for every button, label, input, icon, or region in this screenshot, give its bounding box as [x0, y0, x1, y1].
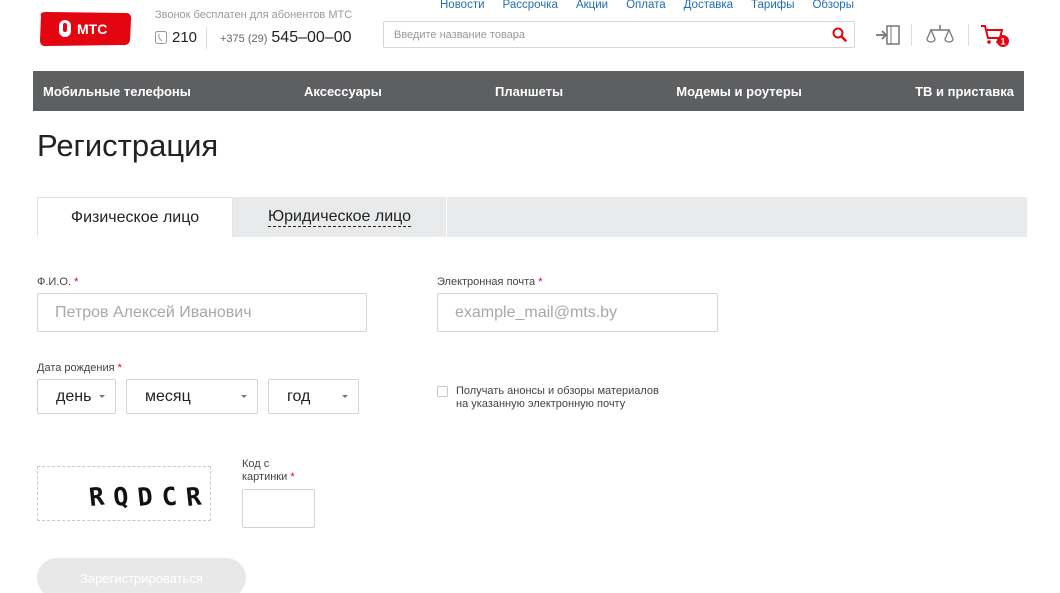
tab-legal-entity[interactable]: Юридическое лицо — [233, 197, 447, 237]
divider — [968, 24, 969, 46]
category-mobile-phones[interactable]: Мобильные телефоны — [43, 84, 191, 99]
fio-label-text: Ф.И.О. — [37, 276, 71, 288]
email-label: Электронная почта * — [437, 276, 543, 288]
compare-icon[interactable] — [925, 22, 955, 48]
year-select[interactable]: год — [268, 379, 359, 414]
phone-number[interactable]: +375 (29) 545–00–00 — [220, 29, 352, 47]
cart-count: 1 — [1000, 37, 1005, 47]
required-mark: * — [290, 471, 295, 483]
registration-tabs: Физическое лицо Юридическое лицо — [37, 197, 1027, 237]
email-label-text: Электронная почта — [437, 276, 536, 288]
divider — [911, 24, 912, 46]
divider — [206, 27, 207, 49]
category-accessories[interactable]: Аксессуары — [304, 84, 382, 99]
top-nav: Новости Рассрочка Акции Оплата Доставка … — [440, 0, 872, 11]
captcha-label-line1: Код с — [242, 458, 270, 470]
logo-text: МТС — [77, 21, 107, 37]
chevron-down-icon — [99, 395, 105, 398]
mts-logo[interactable]: МТС — [37, 10, 133, 48]
captcha-input[interactable] — [242, 489, 315, 528]
phone-icon — [155, 31, 167, 44]
top-nav-tariffs[interactable]: Тарифы — [751, 0, 794, 11]
top-nav-payment[interactable]: Оплата — [626, 0, 666, 11]
hotline-text: Звонок бесплатен для абонентов МТС — [155, 9, 353, 21]
chevron-down-icon — [241, 395, 247, 398]
short-number-value: 210 — [172, 29, 198, 46]
captcha-label-line2: картинки — [242, 471, 288, 483]
day-select-value: день — [56, 387, 92, 405]
category-tv[interactable]: ТВ и приставка — [915, 84, 1014, 99]
top-nav-reviews[interactable]: Обзоры — [812, 0, 853, 11]
year-select-value: год — [287, 387, 311, 405]
short-number[interactable]: 210 — [155, 29, 197, 46]
captcha-image: RQDCR — [37, 466, 211, 521]
month-select[interactable]: месяц — [126, 379, 258, 414]
category-tablets[interactable]: Планшеты — [495, 84, 563, 99]
captcha-text: RQDCR — [88, 481, 204, 512]
page-title: Регистрация — [37, 128, 219, 163]
subscribe-label-line2: на указанную электронную почту — [456, 398, 626, 410]
search-input[interactable] — [384, 22, 824, 47]
tab-individual[interactable]: Физическое лицо — [37, 197, 233, 237]
subscribe-label-line1: Получать анонсы и обзоры материалов — [456, 385, 659, 397]
email-input[interactable] — [437, 293, 718, 332]
required-mark: * — [538, 276, 543, 288]
chevron-down-icon — [342, 395, 348, 398]
tab-legal-entity-label: Юридическое лицо — [267, 207, 412, 227]
top-nav-installment[interactable]: Рассрочка — [503, 0, 558, 11]
category-modems-routers[interactable]: Модемы и роутеры — [676, 84, 802, 99]
birthdate-label-text: Дата рождения — [37, 362, 115, 374]
register-button[interactable]: Зарегистрироваться — [37, 558, 246, 593]
search-box — [383, 21, 855, 48]
captcha-label: Код с картинки * — [242, 458, 302, 484]
search-icon[interactable] — [832, 27, 847, 42]
cart-icon[interactable]: 1 — [980, 22, 1010, 48]
phone-number-value: 545–00–00 — [271, 29, 352, 46]
top-nav-promotions[interactable]: Акции — [576, 0, 608, 11]
phone-code: +375 (29) — [220, 33, 268, 45]
subscribe-checkbox[interactable] — [437, 386, 448, 397]
required-mark: * — [74, 276, 79, 288]
category-bar: Мобильные телефоны Аксессуары Планшеты М… — [33, 71, 1024, 111]
top-nav-delivery[interactable]: Доставка — [684, 0, 733, 11]
fio-input[interactable] — [37, 293, 367, 332]
required-mark: * — [117, 362, 122, 374]
birthdate-label: Дата рождения * — [37, 362, 122, 374]
month-select-value: месяц — [145, 387, 191, 405]
login-icon[interactable] — [873, 22, 903, 48]
subscribe-label[interactable]: Получать анонсы и обзоры материалов на у… — [456, 385, 686, 411]
fio-label: Ф.И.О. * — [37, 276, 78, 288]
day-select[interactable]: день — [37, 379, 116, 414]
top-nav-news[interactable]: Новости — [440, 0, 485, 11]
